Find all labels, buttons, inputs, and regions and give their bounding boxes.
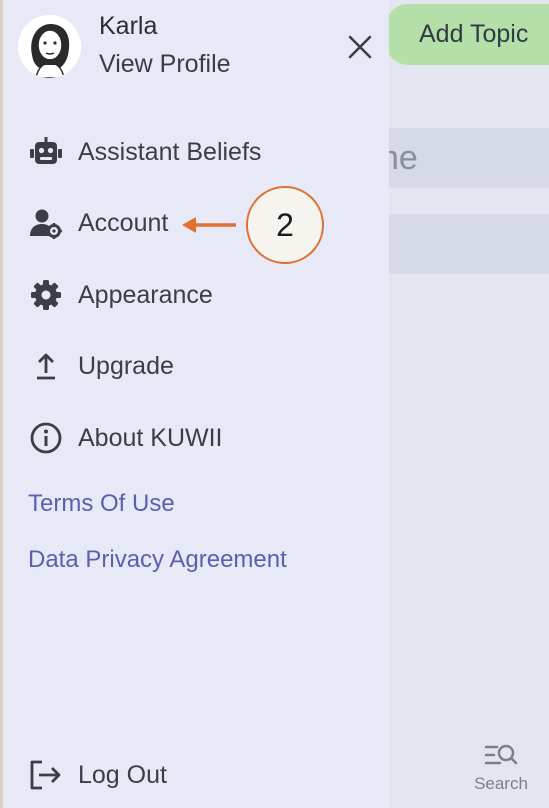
menu-item-label: About KUWII [78,423,223,452]
gear-icon [29,278,63,312]
menu-item-label: Upgrade [78,351,174,380]
close-icon [348,35,372,59]
terms-of-use-link[interactable]: Terms Of Use [28,490,175,518]
view-profile-link[interactable]: View Profile [99,50,231,79]
menu-item-appearance[interactable]: Appearance [29,275,213,315]
logout-label: Log Out [78,760,167,789]
search-tab[interactable]: Search [466,742,536,794]
close-button[interactable] [343,30,377,64]
avatar-illustration-icon [18,15,81,78]
info-icon [29,421,63,455]
menu-item-assistant-beliefs[interactable]: Assistant Beliefs [29,132,261,172]
background-input[interactable]: ne [376,128,549,188]
menu-item-label: Assistant Beliefs [78,137,262,166]
annotation-arrow-icon [182,217,236,233]
menu-item-upgrade[interactable]: Upgrade [29,346,174,386]
profile-name: Karla [99,12,158,40]
search-tab-label: Search [474,774,528,793]
menu-item-label: Appearance [78,280,213,309]
logout-button[interactable]: Log Out [29,755,167,795]
avatar[interactable] [18,15,81,78]
menu-item-account[interactable]: Account [29,203,168,243]
menu-item-about[interactable]: About KUWII [29,418,223,458]
upload-arrow-icon [29,349,63,383]
background-input-secondary[interactable] [376,214,549,274]
search-list-icon [484,744,518,765]
data-privacy-agreement-link[interactable]: Data Privacy Agreement [28,546,287,574]
user-gear-icon [29,206,63,240]
robot-icon [29,135,63,169]
annotation-step-badge: 2 [246,186,324,264]
logout-icon [29,758,63,792]
add-topic-button[interactable]: Add Topic [386,4,549,65]
menu-item-label: Account [78,208,169,237]
side-drawer: Karla View Profile Assistant Beliefs Acc… [0,0,389,808]
